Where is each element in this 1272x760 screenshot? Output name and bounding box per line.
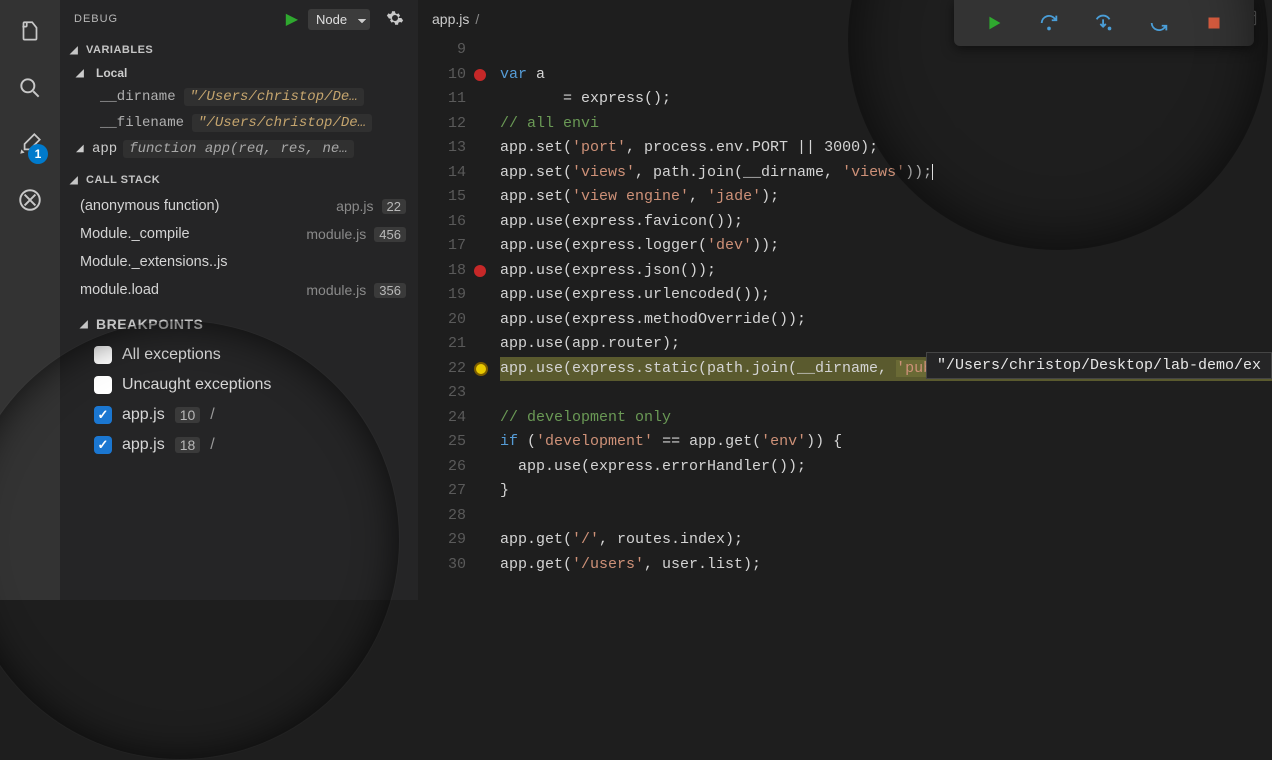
- variable-row[interactable]: __filename "/Users/christop/De…: [60, 110, 418, 136]
- step-over-button[interactable]: [1037, 11, 1061, 35]
- gear-icon[interactable]: [386, 9, 404, 30]
- callstack-header[interactable]: ◢ CALL STACK: [60, 168, 418, 192]
- tab-filename[interactable]: app.js: [432, 11, 469, 27]
- breakpoints-header[interactable]: ◢ BREAKPOINTS: [60, 306, 418, 340]
- variable-name: __filename: [100, 115, 184, 131]
- debug-title: DEBUG: [74, 13, 118, 25]
- variable-row[interactable]: __dirname "/Users/christop/De…: [60, 84, 418, 110]
- callstack-fn: (anonymous function): [80, 198, 328, 214]
- callstack-item[interactable]: Module._extensions..js: [60, 248, 418, 276]
- breakpoint-item[interactable]: app.js 18 /: [60, 430, 418, 460]
- chevron-down-icon: ◢: [70, 175, 82, 186]
- variable-value: "/Users/christop/De…: [192, 114, 372, 132]
- code-area[interactable]: 9101112131415161718192021222324252627282…: [418, 38, 1272, 577]
- tab-path-sep: /: [475, 11, 479, 27]
- breakpoint-item[interactable]: app.js 10 /: [60, 400, 418, 430]
- chevron-down-icon: ◢: [76, 68, 88, 79]
- debug-header: DEBUG ▶ Node: [60, 0, 418, 38]
- breakpoint-all-exceptions[interactable]: All exceptions: [60, 340, 418, 370]
- checkbox[interactable]: [94, 346, 112, 364]
- chevron-right-icon: ◢: [76, 143, 86, 155]
- callstack-fn: Module._extensions..js: [80, 254, 406, 270]
- activity-bar: 1: [0, 0, 60, 600]
- start-debug-button[interactable]: ▶: [286, 9, 298, 29]
- scm-icon[interactable]: 1: [16, 130, 44, 158]
- callstack-item[interactable]: module.load module.js 356: [60, 276, 418, 304]
- callstack-fn: module.load: [80, 282, 298, 298]
- scope-local[interactable]: ◢ Local: [60, 62, 418, 84]
- breakpoint-gutter[interactable]: [474, 38, 494, 577]
- debug-config-select[interactable]: Node: [308, 9, 370, 30]
- chevron-down-icon: ◢: [80, 319, 92, 330]
- callstack-fn: Module._compile: [80, 226, 298, 242]
- breakpoints-section: ◢ BREAKPOINTS All exceptions Uncaught ex…: [60, 306, 418, 460]
- search-icon[interactable]: [16, 74, 44, 102]
- step-into-button[interactable]: [1092, 11, 1116, 35]
- callstack-line: 22: [382, 199, 406, 214]
- callstack-file: module.js: [306, 226, 366, 242]
- callstack-line: 456: [374, 227, 406, 242]
- continue-button[interactable]: [982, 11, 1006, 35]
- scm-badge: 1: [28, 144, 48, 164]
- debug-toolbar: [954, 0, 1254, 46]
- callstack-file: app.js: [336, 198, 373, 214]
- code-lines[interactable]: var a = express();// all enviapp.set('po…: [500, 38, 1272, 577]
- variables-header[interactable]: ◢ VARIABLES: [60, 38, 418, 62]
- variable-row-app[interactable]: ◢ app function app(req, res, ne…: [60, 136, 418, 162]
- variable-value: function app(req, res, ne…: [123, 140, 353, 158]
- callstack-file: module.js: [306, 282, 366, 298]
- callstack-item[interactable]: Module._compile module.js 456: [60, 220, 418, 248]
- checkbox[interactable]: [94, 376, 112, 394]
- checkbox[interactable]: [94, 406, 112, 424]
- debug-icon[interactable]: [16, 186, 44, 214]
- variable-value: "/Users/christop/De…: [184, 88, 364, 106]
- debug-sidebar: DEBUG ▶ Node ◢ VARIABLES ◢ Local __dirna…: [60, 0, 418, 600]
- line-gutter: 9101112131415161718192021222324252627282…: [418, 38, 474, 577]
- breakpoint-uncaught-exceptions[interactable]: Uncaught exceptions: [60, 370, 418, 400]
- explorer-icon[interactable]: [16, 18, 44, 46]
- stop-button[interactable]: [1202, 11, 1226, 35]
- chevron-down-icon: ◢: [70, 45, 82, 56]
- callstack-line: 356: [374, 283, 406, 298]
- step-out-button[interactable]: [1147, 11, 1171, 35]
- checkbox[interactable]: [94, 436, 112, 454]
- variable-name: app: [92, 141, 117, 157]
- callstack-item[interactable]: (anonymous function) app.js 22: [60, 192, 418, 220]
- variable-name: __dirname: [100, 89, 176, 105]
- editor-pane: app.js / 9101112131415161718192021222324…: [418, 0, 1272, 600]
- hover-tooltip: "/Users/christop/Desktop/lab-demo/ex: [926, 352, 1272, 379]
